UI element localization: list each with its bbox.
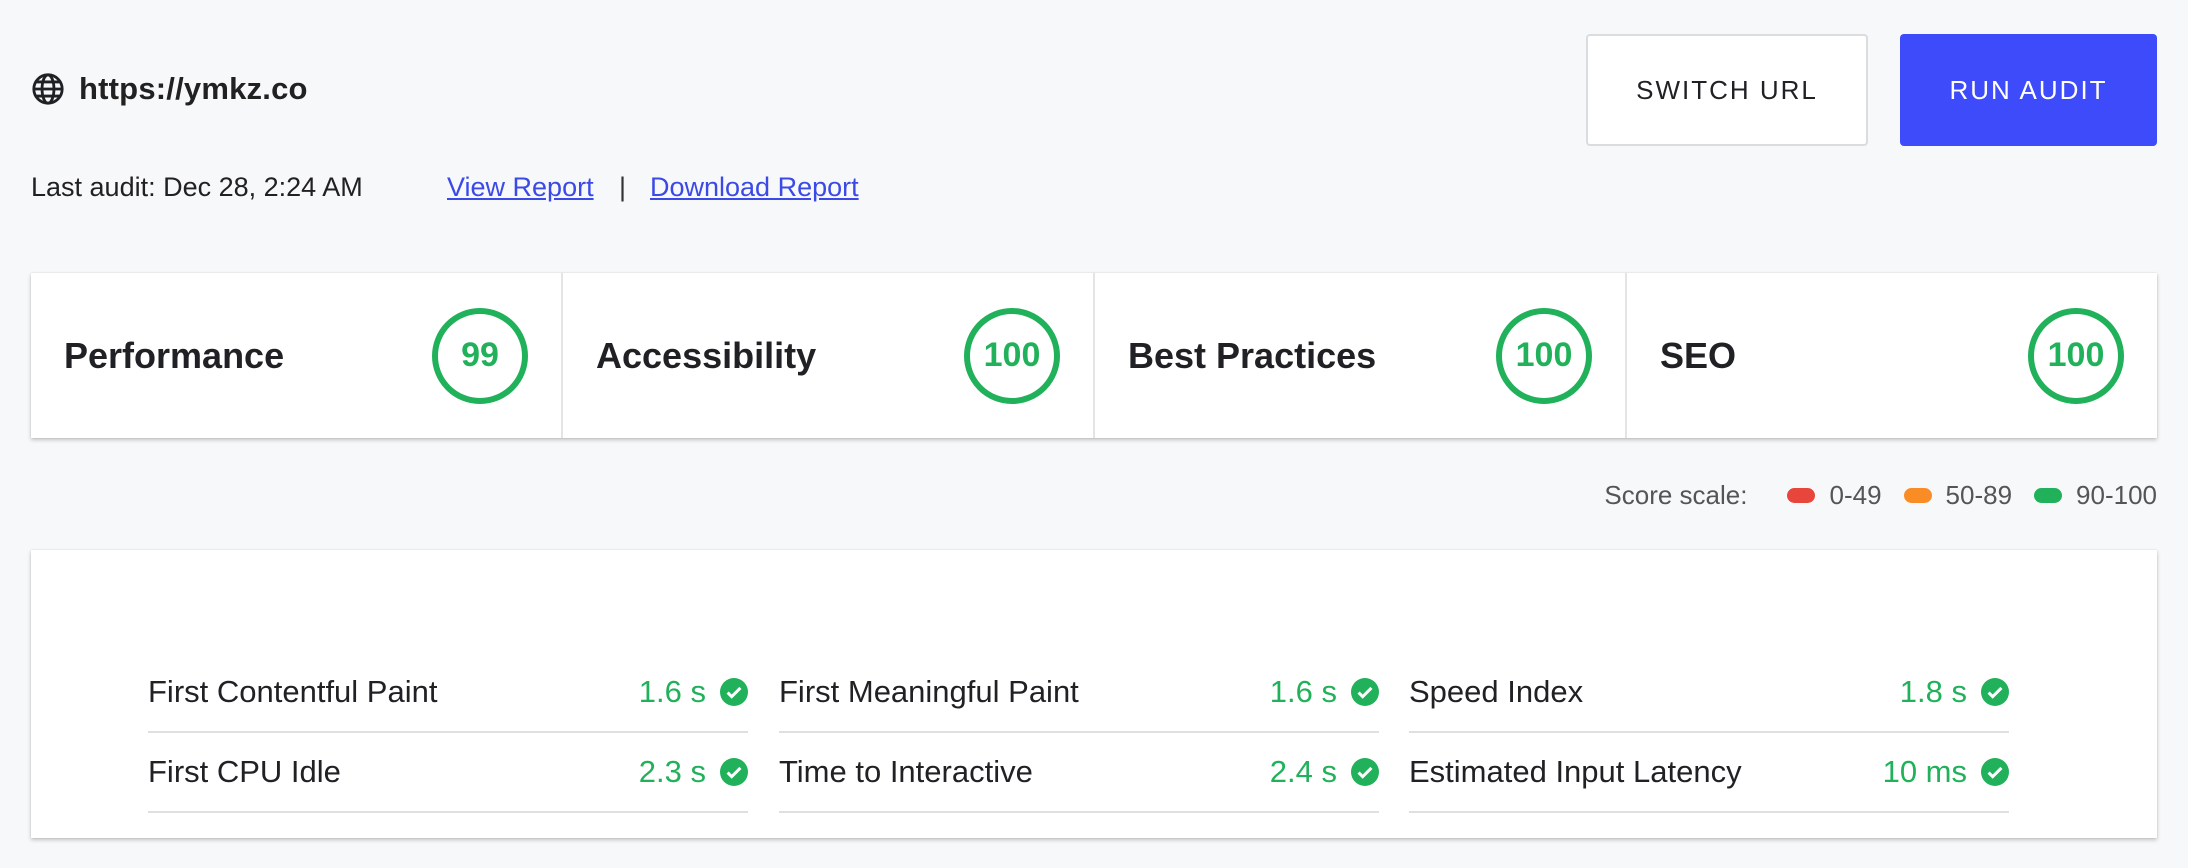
link-separator: | bbox=[619, 171, 627, 202]
scale-range-label: 50-89 bbox=[1945, 479, 2013, 510]
fail-pill-icon bbox=[1787, 487, 1816, 503]
check-circle-icon bbox=[720, 758, 748, 786]
score-scale-legend: Score scale: 0-49 50-89 90-100 bbox=[1604, 478, 2157, 512]
scale-item-fail: 0-49 bbox=[1787, 479, 1882, 511]
view-report-link[interactable]: View Report bbox=[447, 172, 594, 203]
score-card-accessibility[interactable]: Accessibility 100 bbox=[563, 273, 1095, 438]
metric-value: 1.6 s bbox=[638, 674, 706, 709]
score-gauge: 100 bbox=[964, 307, 1060, 404]
pass-pill-icon bbox=[2034, 487, 2063, 503]
score-label: Best Practices bbox=[1128, 334, 1377, 376]
score-card-best-practices[interactable]: Best Practices 100 bbox=[1095, 273, 1627, 438]
metric-label: Estimated Input Latency bbox=[1409, 754, 1742, 789]
metric-label: Speed Index bbox=[1409, 674, 1584, 709]
metric-value: 1.8 s bbox=[1899, 674, 1967, 709]
score-gauge: 100 bbox=[1496, 307, 1592, 404]
scale-item-average: 50-89 bbox=[1903, 479, 2013, 511]
metric-label: Time to Interactive bbox=[779, 754, 1033, 789]
score-card-seo[interactable]: SEO 100 bbox=[1627, 273, 2157, 438]
check-circle-icon bbox=[1981, 758, 2009, 786]
average-pill-icon bbox=[1903, 487, 1932, 503]
download-report-link[interactable]: Download Report bbox=[650, 172, 859, 203]
scale-item-pass: 90-100 bbox=[2034, 480, 2157, 511]
score-gauge: 99 bbox=[432, 307, 528, 404]
metrics-panel: First Contentful Paint 1.6 s First Meani… bbox=[31, 550, 2157, 838]
audit-info-row: Last audit: Dec 28, 2:24 AM View Report … bbox=[31, 170, 931, 204]
run-audit-button[interactable]: RUN AUDIT bbox=[1900, 34, 2157, 146]
check-circle-icon bbox=[1351, 678, 1379, 706]
metric-first-cpu-idle: First CPU Idle 2.3 s bbox=[148, 733, 748, 813]
metric-value-wrap: 1.6 s bbox=[639, 674, 748, 710]
metric-value-wrap: 10 ms bbox=[1883, 754, 2009, 790]
metric-value-wrap: 1.6 s bbox=[1270, 674, 1379, 710]
metric-label: First Contentful Paint bbox=[148, 674, 438, 709]
metric-value-wrap: 2.3 s bbox=[639, 754, 748, 790]
score-label: Performance bbox=[64, 334, 285, 376]
score-gauge: 100 bbox=[2028, 307, 2124, 404]
metric-label: First CPU Idle bbox=[148, 754, 341, 789]
check-circle-icon bbox=[1981, 678, 2009, 706]
check-circle-icon bbox=[720, 678, 748, 706]
last-audit-text: Last audit: Dec 28, 2:24 AM bbox=[31, 171, 363, 202]
score-card-performance[interactable]: Performance 99 bbox=[31, 273, 563, 438]
globe-icon bbox=[31, 72, 65, 106]
metric-speed-index: Speed Index 1.8 s bbox=[1409, 653, 2009, 733]
metric-value: 10 ms bbox=[1882, 754, 1967, 789]
switch-url-button[interactable]: SWITCH URL bbox=[1586, 34, 1868, 146]
scale-range-label: 90-100 bbox=[2076, 479, 2157, 510]
metric-estimated-input-latency: Estimated Input Latency 10 ms bbox=[1409, 733, 2009, 813]
score-label: Accessibility bbox=[596, 334, 817, 376]
score-label: SEO bbox=[1660, 334, 1737, 376]
metric-first-meaningful-paint: First Meaningful Paint 1.6 s bbox=[779, 653, 1379, 733]
score-scale-title: Score scale: bbox=[1604, 479, 1748, 510]
metric-label: First Meaningful Paint bbox=[779, 674, 1079, 709]
url-bar: https://ymkz.co bbox=[31, 70, 308, 108]
metric-value-wrap: 2.4 s bbox=[1270, 754, 1379, 790]
check-circle-icon bbox=[1351, 758, 1379, 786]
metric-value: 2.3 s bbox=[638, 754, 706, 789]
metric-time-to-interactive: Time to Interactive 2.4 s bbox=[779, 733, 1379, 813]
site-url: https://ymkz.co bbox=[79, 71, 308, 106]
scale-range-label: 0-49 bbox=[1829, 479, 1882, 510]
metric-value: 2.4 s bbox=[1269, 754, 1337, 789]
metric-first-contentful-paint: First Contentful Paint 1.6 s bbox=[148, 653, 748, 733]
score-summary-panel: Performance 99 Accessibility 100 Best Pr… bbox=[31, 273, 2157, 438]
metric-value-wrap: 1.8 s bbox=[1900, 674, 2009, 710]
metric-value: 1.6 s bbox=[1269, 674, 1337, 709]
